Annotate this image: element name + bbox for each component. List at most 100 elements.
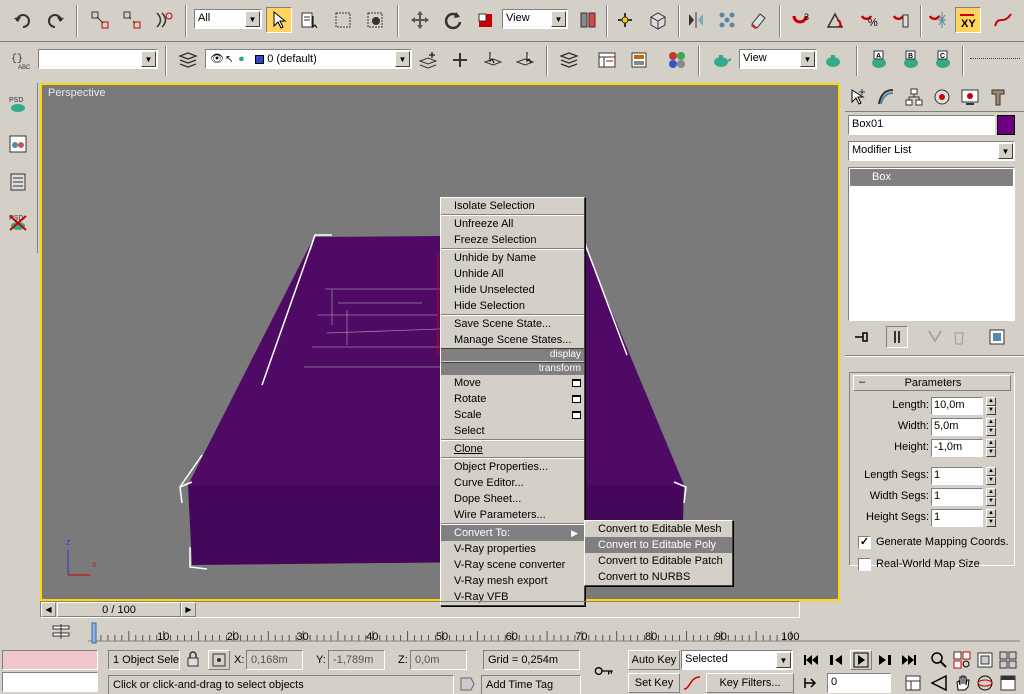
render-c-icon[interactable]: C [930, 47, 956, 73]
named-selection-dropdown[interactable]: ▼ [38, 49, 158, 69]
pin-stack-icon[interactable] [850, 326, 872, 348]
menu-item[interactable]: Convert To: ▶ [441, 525, 584, 541]
spinner-arrows-icon[interactable]: ▲ ▼ [986, 488, 996, 506]
set-key-button[interactable]: Set Key [628, 673, 680, 693]
zoom-extents-all-icon[interactable] [997, 650, 1019, 670]
rectangular-selection-icon[interactable] [330, 7, 356, 33]
menu-item[interactable]: Convert to Editable Poly [585, 537, 732, 553]
menu-item[interactable]: Clone [441, 441, 584, 457]
render-view-dropdown[interactable]: View ▼ [739, 49, 817, 69]
menu-item[interactable]: Convert to Editable Patch [585, 553, 732, 569]
z-coord-field[interactable]: 0,0m [410, 650, 467, 670]
menu-item[interactable]: Dope Sheet... [441, 491, 584, 507]
motion-tab-icon[interactable] [929, 85, 955, 109]
play-animation-icon[interactable] [850, 650, 872, 670]
field-of-view-icon[interactable] [928, 673, 950, 693]
options-box-icon[interactable] [572, 395, 581, 403]
modifier-list-dropdown[interactable]: Modifier List ▼ [848, 141, 1015, 161]
menu-item[interactable]: Freeze Selection [441, 232, 584, 248]
param-value-field[interactable]: -1,0m [931, 439, 983, 457]
menu-item[interactable]: V-Ray properties [441, 541, 584, 557]
bind-to-space-warp-icon[interactable] [151, 7, 177, 33]
zoom-icon[interactable] [928, 650, 950, 670]
add-time-tag[interactable]: Add Time Tag [481, 675, 581, 694]
keyboard-shortcut-icon[interactable] [645, 7, 671, 33]
options-box-icon[interactable] [572, 379, 581, 387]
material-editor-icon[interactable] [664, 47, 690, 73]
hierarchy-tab-icon[interactable] [901, 85, 927, 109]
track-view-icon[interactable] [594, 47, 620, 73]
menu-item[interactable]: V-Ray scene converter [441, 557, 584, 573]
orbit-icon[interactable] [974, 673, 996, 693]
menu-item[interactable]: Hide Selection [441, 298, 584, 314]
named-selection-icon[interactable]: {} ABC [7, 47, 33, 73]
menu-item[interactable]: Object Properties... [441, 459, 584, 475]
menu-item[interactable]: Rotate [441, 391, 584, 407]
object-color-swatch[interactable] [997, 115, 1015, 135]
make-unique-icon[interactable] [924, 326, 946, 348]
previous-frame-icon[interactable] [826, 650, 848, 670]
menu-item[interactable]: Save Scene State... [441, 316, 584, 332]
maxscript-input[interactable] [2, 672, 98, 692]
select-object-icon[interactable] [266, 7, 292, 33]
menu-item[interactable]: Manage Scene States... [441, 332, 584, 348]
edit-named-selection-icon[interactable] [924, 7, 950, 33]
selection-filter-dropdown[interactable]: All ▼ [194, 9, 262, 29]
reference-coordinate-dropdown[interactable]: View ▼ [502, 9, 568, 29]
set-current-layer-icon[interactable] [512, 47, 538, 73]
next-frame-icon[interactable] [873, 650, 895, 670]
schematic-view-icon[interactable] [626, 47, 652, 73]
manipulate-icon[interactable] [612, 7, 638, 33]
layer-dropdown[interactable]: 👁 ↖ ● 0 (default) ▼ [205, 49, 412, 69]
zoom-extents-icon[interactable] [974, 650, 996, 670]
render-setup-icon[interactable] [708, 47, 734, 73]
menu-item[interactable]: V-Ray mesh export [441, 573, 584, 589]
go-to-end-icon[interactable] [898, 650, 920, 670]
pan-view-icon[interactable] [951, 673, 973, 693]
options-box-icon[interactable] [572, 411, 581, 419]
menu-item[interactable]: Unhide All [441, 266, 584, 282]
current-frame-field[interactable]: 0 [827, 673, 891, 693]
y-coord-field[interactable]: -1,789m [328, 650, 385, 670]
maximize-viewport-icon[interactable] [997, 673, 1019, 693]
key-filters-button[interactable]: Key Filters... [706, 673, 794, 693]
curve-editor-icon[interactable] [990, 7, 1016, 33]
render-b-icon[interactable]: B [898, 47, 924, 73]
go-to-start-icon[interactable] [800, 650, 822, 670]
menu-item[interactable]: Hide Unselected [441, 282, 584, 298]
time-tag-icon[interactable] [456, 674, 478, 694]
array-icon[interactable] [714, 7, 740, 33]
time-slider-thumb[interactable]: 0 / 100 [57, 602, 181, 617]
zoom-all-icon[interactable] [951, 650, 973, 670]
time-next-arrow-icon[interactable]: ▶ [181, 602, 196, 617]
remove-modifier-icon[interactable] [948, 326, 970, 348]
show-end-result-icon[interactable] [886, 326, 908, 348]
configure-sets-icon[interactable] [986, 326, 1008, 348]
layer-manager-icon[interactable] [175, 47, 201, 73]
menu-item[interactable]: Unfreeze All [441, 216, 584, 232]
xy-axis-constraint-icon[interactable]: XY [955, 7, 981, 33]
default-in-out-tangent-icon[interactable] [681, 672, 703, 694]
create-tab-icon[interactable] [845, 85, 871, 109]
move-icon[interactable] [407, 7, 433, 33]
spinner-arrows-icon[interactable]: ▲ ▼ [986, 418, 996, 436]
menu-item[interactable]: Wire Parameters... [441, 507, 584, 523]
frame-buffer-icon[interactable] [5, 169, 31, 195]
window-crossing-icon[interactable] [362, 7, 388, 33]
auto-key-button[interactable]: Auto Key [628, 650, 680, 670]
object-name-field[interactable]: Box01 [848, 115, 995, 135]
create-new-layer-icon[interactable] [415, 47, 441, 73]
psd-render-icon[interactable]: PSD [5, 91, 31, 117]
open-mini-curve-editor-icon[interactable] [48, 621, 74, 643]
menu-item[interactable]: Unhide by Name [441, 250, 584, 266]
layers-icon[interactable] [556, 47, 582, 73]
modify-tab-icon[interactable] [873, 85, 899, 109]
param-value-field[interactable]: 1 [931, 509, 983, 527]
param-value-field[interactable]: 1 [931, 467, 983, 485]
menu-item[interactable]: Select [441, 423, 584, 439]
undo-icon[interactable] [10, 7, 36, 33]
key-mode-toggle-icon[interactable] [800, 673, 822, 693]
unlink-selection-icon[interactable] [119, 7, 145, 33]
select-by-name-icon[interactable] [297, 7, 323, 33]
menu-item[interactable]: Move [441, 375, 584, 391]
